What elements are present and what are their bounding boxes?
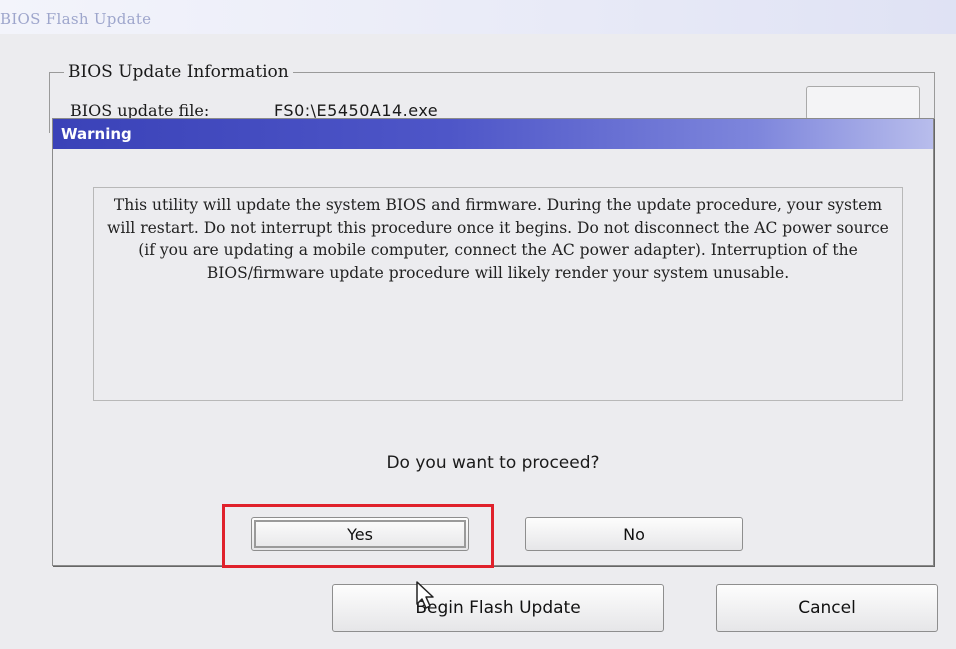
bios-flash-window: BIOS Flash Update BIOS Update Informatio… (0, 0, 956, 649)
warning-message: This utility will update the system BIOS… (107, 196, 889, 282)
window-title: BIOS Flash Update (0, 10, 152, 28)
update-info-legend: BIOS Update Information (64, 62, 293, 82)
browse-button[interactable] (806, 86, 920, 120)
yes-highlight-box (222, 504, 494, 568)
title-bar: BIOS Flash Update (0, 0, 956, 34)
no-button[interactable]: No (525, 517, 743, 551)
warning-title-bar: Warning (53, 119, 933, 149)
proceed-question: Do you want to proceed? (386, 453, 600, 473)
mouse-pointer-icon (416, 581, 434, 609)
warning-dialog: Warning This utility will update the sys… (52, 118, 934, 566)
warning-message-box: This utility will update the system BIOS… (93, 187, 903, 401)
cancel-button[interactable]: Cancel (716, 584, 938, 632)
warning-title: Warning (61, 125, 132, 143)
begin-flash-update-button[interactable]: Begin Flash Update (332, 584, 664, 632)
